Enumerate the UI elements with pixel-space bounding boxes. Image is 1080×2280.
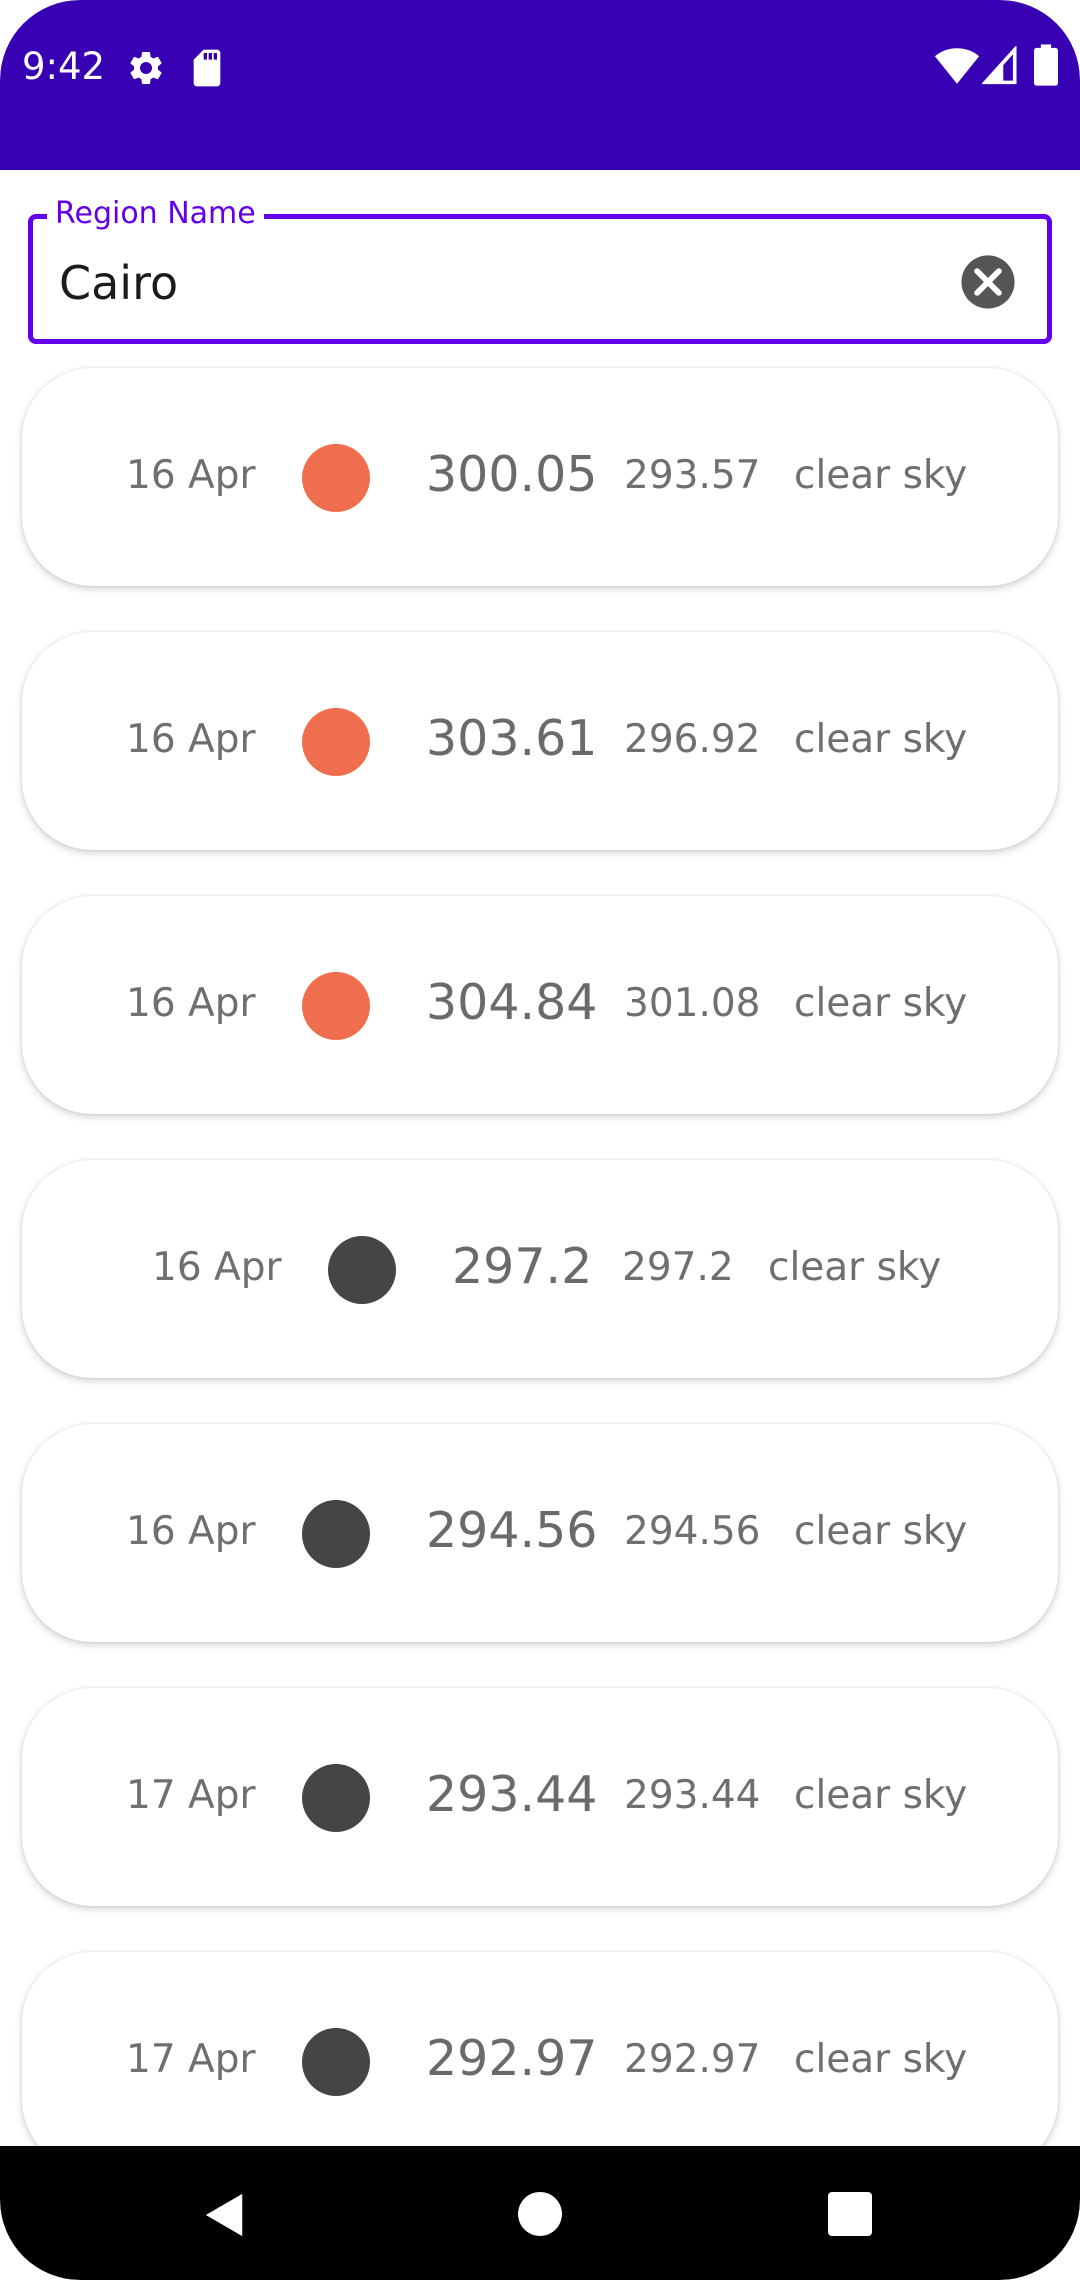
temperature-indicator <box>302 444 370 512</box>
forecast-temp: 292.97 <box>426 2030 598 2087</box>
forecast-description: clear sky <box>794 2037 968 2082</box>
region-name-input[interactable]: Cairo <box>59 255 178 311</box>
temperature-indicator <box>328 1236 396 1304</box>
status-time: 9:42 <box>22 45 106 88</box>
forecast-feels-like: 293.44 <box>624 1773 761 1818</box>
forecast-feels-like: 301.08 <box>624 981 761 1026</box>
forecast-date: 16 Apr <box>126 981 256 1026</box>
forecast-card[interactable]: 16 Apr 297.2 297.2 clear sky <box>22 1160 1058 1378</box>
temperature-indicator <box>302 2028 370 2096</box>
forecast-temp: 300.05 <box>426 446 598 503</box>
forecast-description: clear sky <box>768 1245 942 1290</box>
forecast-feels-like: 293.57 <box>624 453 761 498</box>
forecast-date: 17 Apr <box>126 2037 256 2082</box>
forecast-card[interactable]: 16 Apr 303.61 296.92 clear sky <box>22 632 1058 850</box>
cell-signal-icon <box>982 46 1017 85</box>
recents-icon[interactable] <box>828 2192 872 2236</box>
forecast-temp: 304.84 <box>426 974 598 1031</box>
forecast-date: 16 Apr <box>126 453 256 498</box>
forecast-feels-like: 296.92 <box>624 717 761 762</box>
forecast-date: 16 Apr <box>126 1509 256 1554</box>
forecast-card[interactable]: 16 Apr 294.56 294.56 clear sky <box>22 1424 1058 1642</box>
forecast-date: 16 Apr <box>126 717 256 762</box>
forecast-card[interactable]: 16 Apr 304.84 301.08 clear sky <box>22 896 1058 1114</box>
home-icon[interactable] <box>518 2192 562 2236</box>
battery-icon <box>1034 44 1058 86</box>
forecast-feels-like: 294.56 <box>624 1509 761 1554</box>
forecast-description: clear sky <box>794 717 968 762</box>
forecast-description: clear sky <box>794 453 968 498</box>
app-screen: 9:42 Region Name Cairo 16 Apr 300.05 293… <box>0 0 1080 2280</box>
status-bar: 9:42 <box>0 0 1080 170</box>
temperature-indicator <box>302 708 370 776</box>
forecast-card[interactable]: 17 Apr 293.44 293.44 clear sky <box>22 1688 1058 1906</box>
forecast-description: clear sky <box>794 981 968 1026</box>
temperature-indicator <box>302 972 370 1040</box>
temperature-indicator <box>302 1500 370 1568</box>
region-name-label: Region Name <box>47 194 264 234</box>
gear-icon <box>130 51 162 84</box>
sd-card-icon <box>193 49 221 87</box>
forecast-card[interactable]: 16 Apr 300.05 293.57 clear sky <box>22 368 1058 586</box>
forecast-temp: 294.56 <box>426 1502 598 1559</box>
temperature-indicator <box>302 1764 370 1832</box>
forecast-temp: 293.44 <box>426 1766 598 1823</box>
forecast-date: 17 Apr <box>126 1773 256 1818</box>
forecast-feels-like: 297.2 <box>622 1245 734 1290</box>
forecast-card[interactable]: 17 Apr 292.97 292.97 clear sky <box>22 1952 1058 2146</box>
forecast-list[interactable]: 16 Apr 300.05 293.57 clear sky 16 Apr 30… <box>0 362 1080 2146</box>
back-icon[interactable] <box>202 2192 248 2238</box>
forecast-date: 16 Apr <box>152 1245 282 1290</box>
region-name-field[interactable]: Region Name Cairo <box>28 194 1052 344</box>
forecast-temp: 303.61 <box>426 710 598 767</box>
wifi-icon <box>934 48 980 84</box>
forecast-description: clear sky <box>794 1773 968 1818</box>
navigation-bar <box>0 2146 1080 2280</box>
forecast-description: clear sky <box>794 1509 968 1554</box>
forecast-feels-like: 292.97 <box>624 2037 761 2082</box>
forecast-temp: 297.2 <box>452 1238 593 1295</box>
clear-icon[interactable] <box>959 253 1017 311</box>
